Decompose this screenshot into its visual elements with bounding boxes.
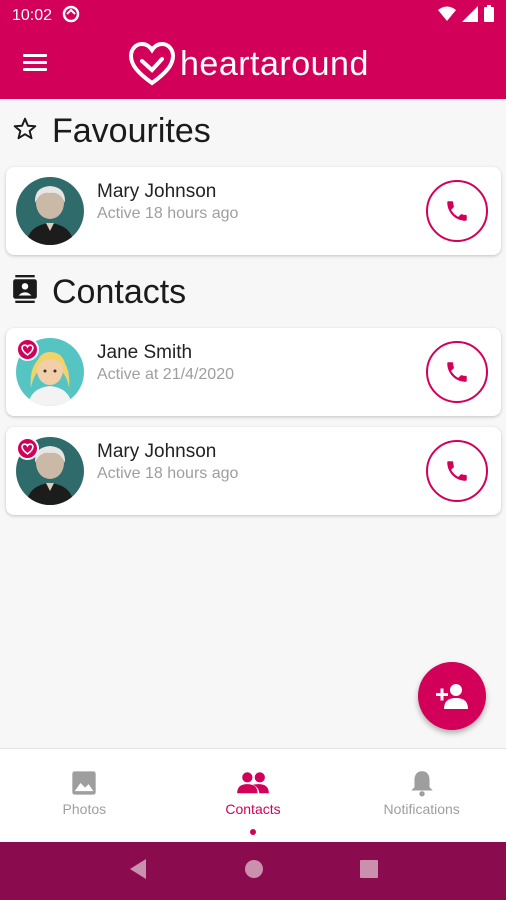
app-logo: heartaround: [128, 40, 369, 88]
menu-icon[interactable]: [23, 54, 47, 74]
heart-badge-icon: [16, 338, 39, 361]
app-bar: heartaround: [0, 32, 506, 99]
nav-item-photos[interactable]: Photos: [0, 749, 169, 842]
wifi-icon: [438, 6, 456, 27]
call-button[interactable]: [426, 440, 488, 502]
nav-label-notifications: Notifications: [383, 801, 460, 817]
photo-icon: [72, 771, 96, 795]
system-navigation-bar: [0, 842, 506, 900]
call-button[interactable]: [426, 180, 488, 242]
phone-icon: [447, 362, 467, 382]
nav-item-notifications[interactable]: Notifications: [337, 749, 506, 842]
favourites-title: Favourites: [52, 112, 211, 150]
contact-card[interactable]: Mary Johnson Active 18 hours ago: [6, 427, 501, 515]
contact-status: Active 18 hours ago: [97, 465, 239, 482]
home-icon[interactable]: [244, 859, 264, 884]
contact-name: Mary Johnson: [97, 441, 217, 462]
back-icon[interactable]: [128, 858, 148, 885]
star-icon: [12, 112, 38, 151]
phone-icon: [447, 201, 467, 221]
battery-icon: [484, 5, 494, 27]
nav-item-contacts[interactable]: Contacts: [169, 749, 338, 842]
people-icon: [237, 772, 269, 794]
contact-status: Active 18 hours ago: [97, 205, 239, 222]
phone-icon: [447, 461, 467, 481]
elderly-woman-avatar: [16, 177, 84, 245]
contact-status: Active at 21/4/2020: [97, 366, 234, 383]
bottom-navigation: Photos Contacts Notifications: [0, 748, 506, 842]
contacts-title: Contacts: [52, 273, 187, 311]
signal-icon: [462, 5, 478, 27]
add-person-icon: [436, 684, 468, 709]
status-time: 10:02: [12, 7, 53, 24]
favourites-heading: Favourites: [12, 112, 211, 151]
heart-badge-icon: [16, 437, 39, 460]
nav-label-photos: Photos: [62, 801, 107, 817]
contact-name: Mary Johnson: [97, 181, 217, 202]
contact-card[interactable]: Jane Smith Active at 21/4/2020: [6, 328, 501, 416]
logo-text: heartaround: [180, 44, 369, 83]
active-indicator-dot: [250, 829, 256, 835]
recents-icon[interactable]: [360, 859, 378, 883]
contacts-heading: Contacts: [12, 273, 186, 312]
bell-icon: [410, 771, 433, 797]
favourite-contact-card[interactable]: Mary Johnson Active 18 hours ago: [6, 167, 501, 255]
call-button[interactable]: [426, 341, 488, 403]
add-contact-button[interactable]: [418, 662, 486, 730]
nav-label-contacts: Contacts: [225, 801, 281, 817]
data-saver-icon: [62, 5, 80, 28]
contacts-book-icon: [12, 273, 38, 312]
status-bar: 10:02: [0, 0, 506, 32]
contact-name: Jane Smith: [97, 342, 193, 363]
heart-logo-icon: [128, 41, 176, 86]
